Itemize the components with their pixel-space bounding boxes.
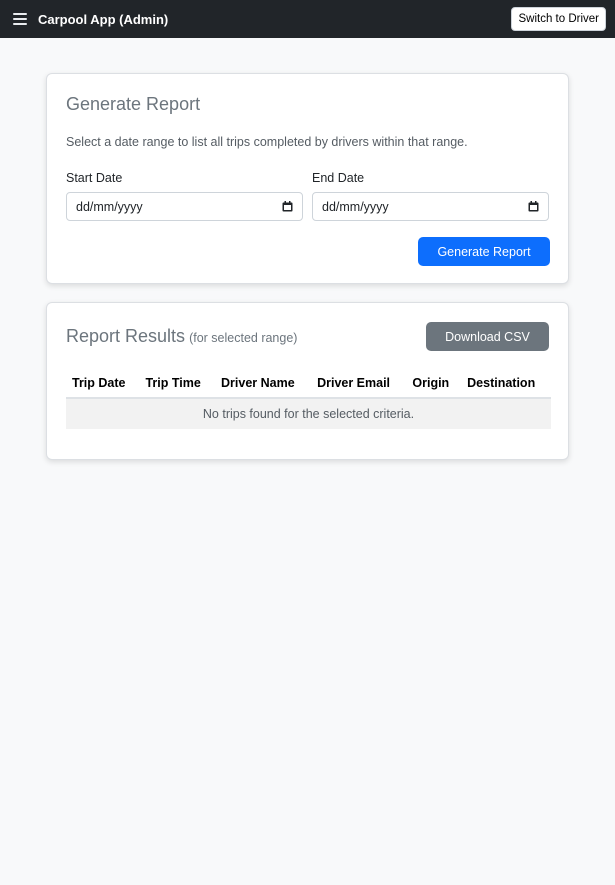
- app-title: Carpool App (Admin): [38, 11, 169, 27]
- report-results-card: Report Results (for selected range) Downl…: [46, 302, 569, 460]
- navbar-left: Carpool App (Admin): [13, 12, 168, 27]
- switch-to-driver-button[interactable]: Switch to Driver: [511, 7, 606, 31]
- report-results-title: Report Results: [66, 326, 186, 346]
- generate-report-description: Select a date range to list all trips co…: [66, 135, 468, 149]
- end-date-input[interactable]: dd/mm/yyyy: [312, 192, 549, 221]
- column-header-driver-name[interactable]: Driver Name: [215, 368, 312, 399]
- report-results-subtitle: (for selected range): [189, 331, 298, 345]
- start-date-value: dd/mm/yyyy: [76, 199, 143, 214]
- download-csv-button[interactable]: Download CSV: [426, 322, 549, 351]
- start-date-input[interactable]: dd/mm/yyyy: [66, 192, 303, 221]
- calendar-icon[interactable]: [528, 201, 539, 212]
- table-header-row: Trip Date Trip Time Driver Name Driver E…: [66, 368, 551, 399]
- generate-report-card: Generate Report Select a date range to l…: [46, 73, 569, 284]
- end-date-label: End Date: [312, 171, 365, 185]
- start-date-field: Start Date dd/mm/yyyy: [66, 171, 303, 221]
- column-header-origin[interactable]: Origin: [406, 368, 462, 399]
- end-date-field: End Date dd/mm/yyyy: [312, 171, 549, 221]
- date-range-fields: Start Date dd/mm/yyyy End Date dd/mm/yyy…: [66, 171, 549, 221]
- column-header-destination[interactable]: Destination: [461, 368, 551, 399]
- report-results-heading: Report Results (for selected range): [66, 326, 297, 347]
- end-date-value: dd/mm/yyyy: [322, 199, 389, 214]
- navbar: Carpool App (Admin) Switch to Driver: [0, 0, 615, 38]
- generate-report-button[interactable]: Generate Report: [418, 237, 550, 266]
- report-results-table: Trip Date Trip Time Driver Name Driver E…: [66, 368, 551, 429]
- generate-report-title: Generate Report: [66, 94, 201, 114]
- column-header-trip-time[interactable]: Trip Time: [139, 368, 215, 399]
- column-header-driver-email[interactable]: Driver Email: [311, 368, 407, 399]
- hamburger-menu-icon[interactable]: [13, 13, 27, 25]
- report-results-header: Report Results (for selected range) Downl…: [66, 322, 549, 351]
- empty-results-message: No trips found for the selected criteria…: [66, 398, 551, 429]
- calendar-icon[interactable]: [282, 201, 293, 212]
- column-header-trip-date[interactable]: Trip Date: [66, 368, 140, 399]
- start-date-label: Start Date: [66, 171, 123, 185]
- table-row: No trips found for the selected criteria…: [66, 398, 551, 429]
